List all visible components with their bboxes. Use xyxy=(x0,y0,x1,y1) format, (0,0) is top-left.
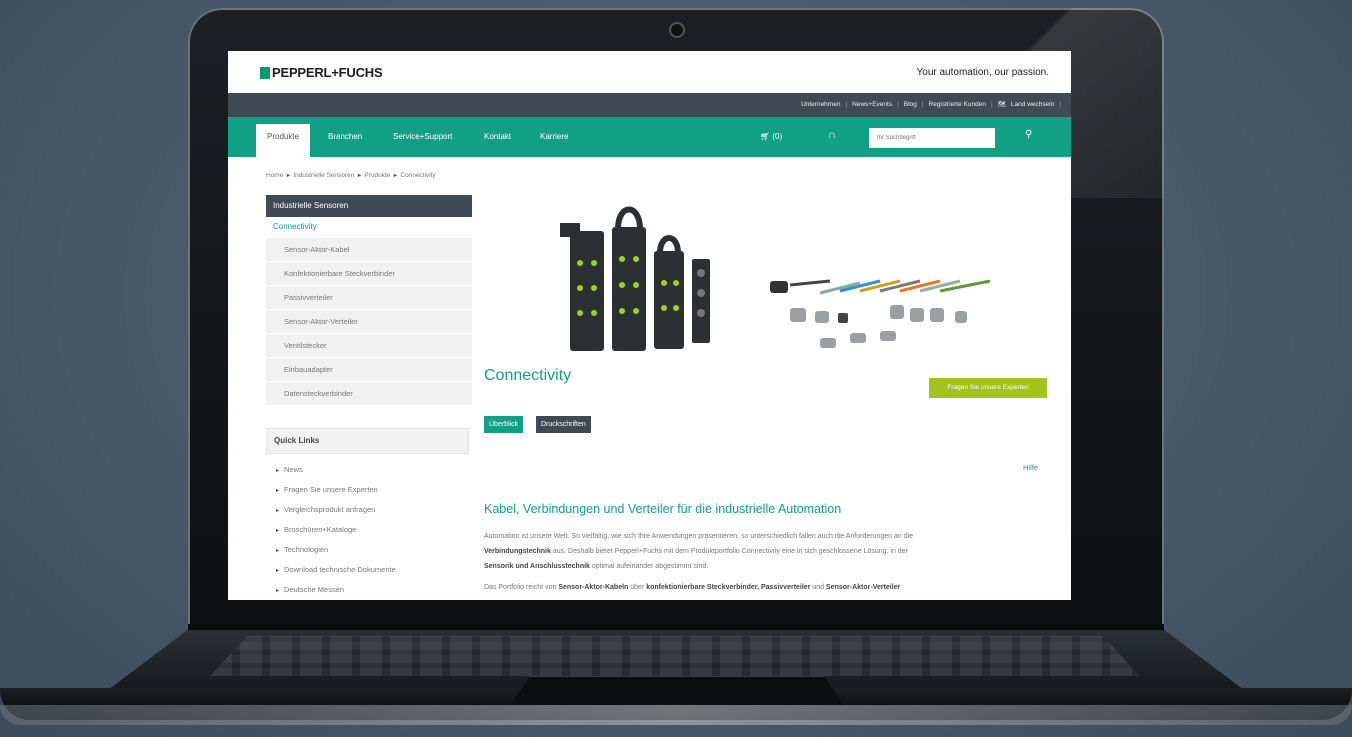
sidebar-current[interactable]: Connectivity xyxy=(266,217,472,237)
help-link[interactable]: Hilfe xyxy=(1023,463,1038,472)
portfolio-text: Das Portfolio reicht von xyxy=(484,584,559,591)
sidebar-item-konfektionierbare-steckverbinder[interactable]: Konfektionierbare Steckverbinder xyxy=(266,261,472,285)
cart-count: (0) xyxy=(772,132,783,141)
quick-link-technologien[interactable]: ▸ Technologien xyxy=(266,540,469,560)
logo-mark-icon xyxy=(260,66,270,79)
separator: | xyxy=(990,100,993,108)
chevron-right-icon: ▸ xyxy=(285,173,292,179)
nav-service-support[interactable]: Service+Support xyxy=(393,132,452,141)
intro-text: Automation ist unsere Welt. So vielfälti… xyxy=(484,533,914,540)
portfolio-bold: Sensor-Aktor-Kabeln xyxy=(558,584,629,591)
quick-link-download[interactable]: ▸ Download technische Dokumente xyxy=(266,560,469,580)
main-nav: Produkte Branchen Service+Support Kontak… xyxy=(228,117,1071,157)
nav-karriere[interactable]: Karriere xyxy=(540,132,568,141)
breadcrumb-connectivity: Connectivity xyxy=(400,172,436,179)
intro-bold: Sensorik und Anschlusstechnik xyxy=(484,563,590,570)
quick-link-vergleichsprodukt[interactable]: ▸ Vergleichsprodukt anfragen xyxy=(266,500,469,520)
distributor-box xyxy=(570,227,710,351)
chevron-right-icon: ▸ xyxy=(276,588,280,594)
trackpad xyxy=(510,676,844,705)
portfolio-text: und xyxy=(810,584,827,591)
quick-link-label: Technologien xyxy=(284,545,329,554)
link-unternehmen[interactable]: Unternehmen xyxy=(801,101,840,108)
laptop-edge xyxy=(0,705,1352,725)
section-heading: Kabel, Verbindungen und Verteiler für di… xyxy=(484,502,842,516)
quick-link-label: Fragen Sie unsere Experten xyxy=(284,485,378,494)
quick-links: Quick Links ▸ News ▸ Fragen Sie unsere Exp… xyxy=(266,428,469,600)
quick-link-news[interactable]: ▸ News xyxy=(266,460,469,480)
breadcrumb-produkte[interactable]: Produkte xyxy=(364,172,390,179)
sidebar-header[interactable]: Industrielle Sensoren xyxy=(266,195,472,217)
globe-icon: 🗺 xyxy=(997,101,1006,108)
page-title: Connectivity xyxy=(484,367,572,384)
intro-bold: Verbindungstechnik xyxy=(484,548,551,555)
quick-link-label: Broschüren+Kataloge xyxy=(284,525,357,534)
nav-branchen[interactable]: Branchen xyxy=(328,132,362,141)
breadcrumb-home[interactable]: Home xyxy=(266,172,283,179)
quick-link-label: News xyxy=(284,465,303,474)
quick-link-label: Vergleichsprodukt anfragen xyxy=(284,505,376,514)
portfolio-bold: konfektionierbare Steckverbinder, Passiv… xyxy=(646,584,811,591)
separator: | xyxy=(1059,100,1061,108)
chevron-right-icon: ▸ xyxy=(276,548,280,554)
chevron-right-icon: ▸ xyxy=(392,173,399,179)
tab-druckschriften[interactable]: Druckschriften xyxy=(536,416,591,433)
quick-link-label: Download technische Dokumente xyxy=(284,565,396,574)
chevron-right-icon: ▸ xyxy=(276,568,280,574)
search-icon[interactable]: ⚲ xyxy=(1025,129,1032,140)
sidebar-item-einbauadapter[interactable]: Einbauadapter xyxy=(266,357,472,381)
keyboard xyxy=(210,636,1140,676)
sidebar-item-passivverteiler[interactable]: Passivverteiler xyxy=(266,285,472,309)
link-land-wechseln[interactable]: Land wechseln xyxy=(1011,101,1054,108)
breadcrumb: Home ▸ Industrielle Sensoren ▸ Produkte … xyxy=(266,172,436,179)
link-registrierte-kunden[interactable]: Registrierte Kunden xyxy=(929,101,986,108)
sidebar-nav: Industrielle Sensoren Connectivity Senso… xyxy=(266,195,472,405)
portfolio-paragraph: Das Portfolio reicht von Sensor-Aktor-Ka… xyxy=(484,580,1054,595)
separator: | xyxy=(845,100,848,108)
breadcrumb-industrielle-sensoren[interactable]: Industrielle Sensoren xyxy=(293,172,354,179)
separator: | xyxy=(897,100,899,108)
chevron-right-icon: ▸ xyxy=(276,528,280,534)
search-input[interactable] xyxy=(869,128,995,148)
sidebar-item-sensor-aktor-verteiler[interactable]: Sensor-Aktor-Verteiler xyxy=(266,309,472,333)
chevron-right-icon: ▸ xyxy=(276,508,280,514)
quick-link-experten[interactable]: ▸ Fragen Sie unsere Experten xyxy=(266,480,469,500)
portfolio-text: über xyxy=(628,584,647,591)
intro-paragraph: Automation ist unsere Welt. So vielfälti… xyxy=(484,529,1054,574)
screen: PEPPERL+FUCHS Your automation, our passi… xyxy=(228,51,1071,600)
intro-text: optimal aufeinander abgestimmt sind. xyxy=(589,563,709,570)
tab-ueberblick[interactable]: Überblick xyxy=(484,416,524,433)
sidebar-item-datensteckverbinder[interactable]: Datensteckverbinder xyxy=(266,381,472,405)
product-hero-image xyxy=(560,206,991,351)
logo[interactable]: PEPPERL+FUCHS xyxy=(260,65,383,80)
chevron-right-icon: ▸ xyxy=(356,173,363,179)
portfolio-bold: Sensor-Aktor-Verteiler xyxy=(826,584,901,591)
separator: | xyxy=(921,100,924,108)
nav-produkte[interactable]: Produkte xyxy=(256,124,311,157)
sidebar-item-sensor-aktor-kabel[interactable]: Sensor-Aktor-Kabel xyxy=(266,237,472,261)
quick-link-broschueren[interactable]: ▸ Broschüren+Kataloge xyxy=(266,520,469,540)
utility-bar: Unternehmen | News+Events | Blog | Registri… xyxy=(228,93,1071,117)
link-blog[interactable]: Blog xyxy=(904,101,917,108)
logo-text: PEPPERL+FUCHS xyxy=(272,65,383,80)
quick-link-label: Deutsche Messen xyxy=(284,585,345,594)
tagline: Your automation, our passion. xyxy=(916,67,1050,78)
webcam xyxy=(669,22,685,38)
quick-links-header: Quick Links xyxy=(266,428,469,454)
sidebar-item-ventilstecker[interactable]: Ventilstecker xyxy=(266,333,472,357)
link-news-events[interactable]: News+Events xyxy=(852,101,892,108)
intro-text: aus. Deshalb bietet Pepperl+Fuchs mit de… xyxy=(550,548,908,555)
chevron-right-icon: ▸ xyxy=(276,488,280,494)
ask-experts-button[interactable]: Fragen Sie unsere Experten xyxy=(929,378,1047,398)
site-header: PEPPERL+FUCHS Your automation, our passi… xyxy=(228,51,1071,93)
chevron-right-icon: ▸ xyxy=(276,468,280,474)
quick-link-messen[interactable]: ▸ Deutsche Messen xyxy=(266,580,469,600)
cart-button[interactable]: 🛒︎ (0) xyxy=(760,132,782,141)
nav-kontakt[interactable]: Kontakt xyxy=(484,132,511,141)
headset-icon[interactable]: ∩ xyxy=(828,129,836,141)
cart-icon: 🛒︎ xyxy=(760,132,771,141)
